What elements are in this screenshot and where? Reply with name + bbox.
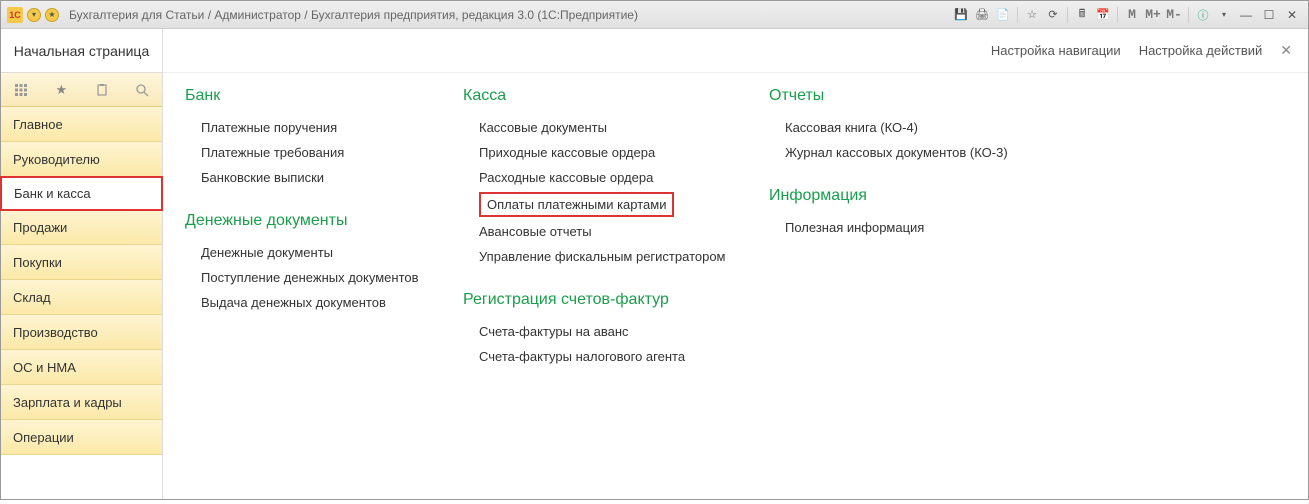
link-payment-demands[interactable]: Платежные требования [185, 140, 453, 165]
m-plus-button[interactable]: M+ [1144, 7, 1162, 23]
save-icon[interactable]: 💾 [952, 7, 970, 23]
link-tax-agent-invoices[interactable]: Счета-фактуры налогового агента [463, 344, 759, 369]
star-icon[interactable]: ★ [52, 81, 70, 99]
link-cash-journal[interactable]: Журнал кассовых документов (КО-3) [769, 140, 1059, 165]
section-invoice-reg-title: Регистрация счетов-фактур [463, 291, 759, 309]
history-icon[interactable]: ⟳ [1044, 7, 1062, 23]
link-advance-reports[interactable]: Авансовые отчеты [463, 219, 759, 244]
info-icon[interactable]: ⓘ [1194, 7, 1212, 23]
main-area: Настройка навигации Настройка действий ✕… [163, 29, 1308, 499]
action-setup-link[interactable]: Настройка действий [1139, 43, 1263, 58]
m-button[interactable]: M [1123, 7, 1141, 23]
section-info-title: Информация [769, 187, 1059, 205]
link-cash-docs[interactable]: Кассовые документы [463, 115, 759, 140]
clipboard-icon[interactable] [93, 81, 111, 99]
section-kassa-title: Касса [463, 87, 759, 105]
link-money-docs[interactable]: Денежные документы [185, 240, 453, 265]
minimize-button[interactable]: — [1236, 7, 1256, 23]
calendar-icon[interactable]: 📅 [1094, 7, 1112, 23]
link-bank-statements[interactable]: Банковские выписки [185, 165, 453, 190]
link-cash-out-orders[interactable]: Расходные кассовые ордера [463, 165, 759, 190]
home-tab[interactable]: Начальная страница [1, 29, 162, 73]
link-fiscal-registrar[interactable]: Управление фискальным регистратором [463, 244, 759, 269]
dropdown-circle-icon[interactable]: ▾ [27, 8, 41, 22]
link-useful-info[interactable]: Полезная информация [769, 215, 1059, 240]
sidebar-item-production[interactable]: Производство [1, 315, 162, 350]
titlebar: 1C ▾ ★ Бухгалтерия для Статьи / Админист… [1, 1, 1308, 29]
sidebar-item-os-nma[interactable]: ОС и НМА [1, 350, 162, 385]
document-icon[interactable]: 📄 [994, 7, 1012, 23]
link-card-payments[interactable]: Оплаты платежными картами [479, 192, 674, 217]
sidebar-item-operations[interactable]: Операции [1, 420, 162, 455]
sidebar-toolbar: ★ [1, 73, 162, 107]
link-cash-book[interactable]: Кассовая книга (КО-4) [769, 115, 1059, 140]
sidebar: Начальная страница ★ Главное Руководител… [1, 29, 163, 499]
section-bank-title: Банк [185, 87, 453, 105]
link-cash-in-orders[interactable]: Приходные кассовые ордера [463, 140, 759, 165]
m-minus-button[interactable]: M- [1165, 7, 1183, 23]
sidebar-item-salary[interactable]: Зарплата и кадры [1, 385, 162, 420]
link-payment-orders[interactable]: Платежные поручения [185, 115, 453, 140]
close-button[interactable]: ✕ [1282, 7, 1302, 23]
print-icon[interactable]: 🖨 [973, 7, 991, 23]
link-advance-invoices[interactable]: Счета-фактуры на аванс [463, 319, 759, 344]
search-icon[interactable] [133, 81, 151, 99]
titlebar-text: Бухгалтерия для Статьи / Администратор /… [69, 8, 638, 22]
sidebar-item-warehouse[interactable]: Склад [1, 280, 162, 315]
grid-icon[interactable] [12, 81, 30, 99]
sidebar-item-purchases[interactable]: Покупки [1, 245, 162, 280]
star-circle-icon[interactable]: ★ [45, 8, 59, 22]
maximize-button[interactable]: ☐ [1259, 7, 1279, 23]
section-reports-title: Отчеты [769, 87, 1059, 105]
nav-setup-link[interactable]: Настройка навигации [991, 43, 1121, 58]
link-money-docs-in[interactable]: Поступление денежных документов [185, 265, 453, 290]
main-top-bar: Настройка навигации Настройка действий ✕ [163, 29, 1308, 73]
sidebar-item-manager[interactable]: Руководителю [1, 142, 162, 177]
favorite-icon[interactable]: ☆ [1023, 7, 1041, 23]
section-money-docs-title: Денежные документы [185, 212, 453, 230]
logo-1c-icon: 1C [7, 7, 23, 23]
sidebar-item-bank-kassa[interactable]: Банк и касса [0, 176, 163, 211]
close-panel-icon[interactable]: ✕ [1280, 42, 1292, 59]
sidebar-item-main[interactable]: Главное [1, 107, 162, 142]
info-dropdown-icon[interactable]: ▾ [1215, 7, 1233, 23]
link-money-docs-out[interactable]: Выдача денежных документов [185, 290, 453, 315]
calculator-icon[interactable]: 🖩 [1073, 7, 1091, 23]
sidebar-item-sales[interactable]: Продажи [1, 210, 162, 245]
